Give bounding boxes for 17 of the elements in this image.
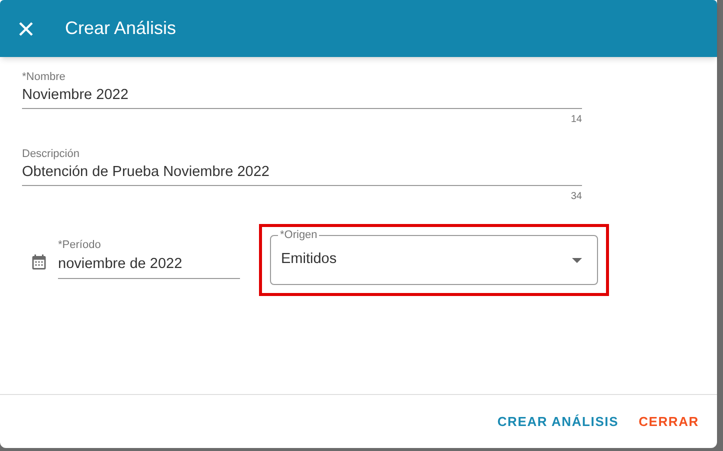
field-label: Descripción <box>22 147 80 161</box>
create-button[interactable]: CREAR ANÁLISIS <box>491 406 625 438</box>
field-value: Obtención de Prueba Noviembre 2022 <box>22 163 270 182</box>
field-value: Noviembre 2022 <box>22 86 130 105</box>
field-value: noviembre de 2022 <box>58 255 184 274</box>
character-counter: 14 <box>570 113 582 127</box>
calendar-icon[interactable] <box>30 253 48 271</box>
date-field[interactable]: *Período noviembre de 2022 <box>58 238 240 279</box>
text-field[interactable]: *Nombre Noviembre 2022 <box>22 70 582 109</box>
character-counter: 34 <box>570 190 582 204</box>
dropdown-arrow-icon <box>572 258 582 262</box>
field-label: *Origen <box>278 228 320 242</box>
text-field[interactable]: Descripción Obtención de Prueba Noviembre 2022 <box>22 147 582 186</box>
window-title: Crear Análisis <box>65 17 176 40</box>
select-value: Emitidos <box>281 250 337 270</box>
field-label: *Nombre <box>22 70 66 84</box>
field-label: *Período <box>58 238 102 252</box>
